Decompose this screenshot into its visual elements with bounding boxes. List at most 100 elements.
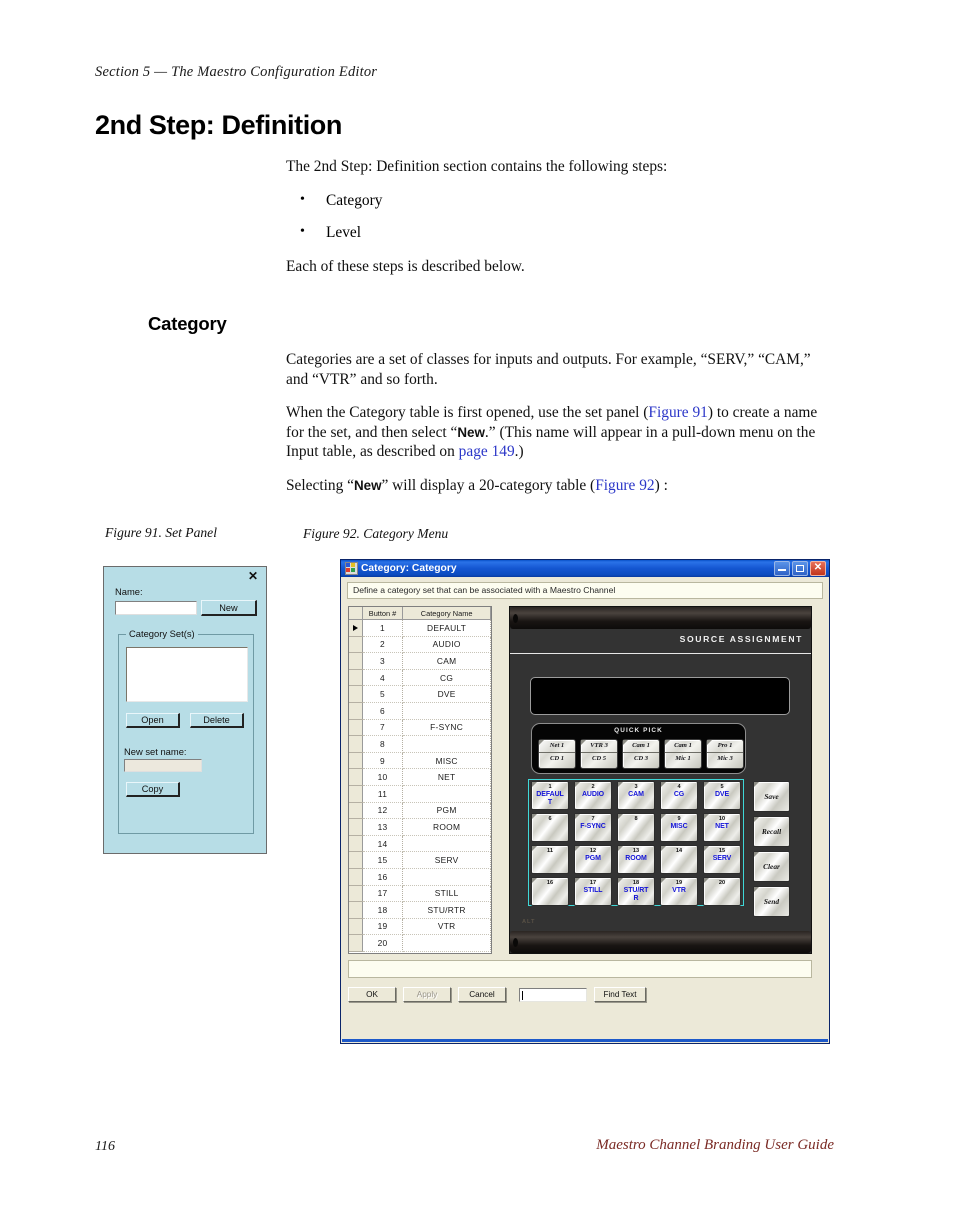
row-selector-cell[interactable] xyxy=(349,702,363,720)
quick-pick-button[interactable]: Cam 1 CD 3 xyxy=(622,739,660,769)
cell-category-name[interactable] xyxy=(402,835,491,853)
source-button[interactable]: 2 AUDIO xyxy=(574,781,612,810)
cell-button-number[interactable]: 20 xyxy=(362,934,404,952)
cell-button-number[interactable]: 17 xyxy=(362,885,404,903)
table-row[interactable]: 2 AUDIO xyxy=(349,636,491,654)
row-selector-cell[interactable] xyxy=(349,652,363,670)
table-row[interactable]: 19 VTR xyxy=(349,918,491,936)
row-selector-cell[interactable] xyxy=(349,785,363,803)
table-row[interactable]: 7 F-SYNC xyxy=(349,719,491,737)
row-selector-cell[interactable] xyxy=(349,669,363,687)
close-icon[interactable]: ✕ xyxy=(248,570,258,582)
quick-pick-button[interactable]: Net 1 CD 1 xyxy=(538,739,576,769)
xref-page-149[interactable]: page 149 xyxy=(459,443,515,460)
cell-category-name[interactable]: VTR xyxy=(402,918,491,936)
cell-category-name[interactable] xyxy=(402,702,491,720)
cell-category-name[interactable]: NET xyxy=(402,768,491,786)
source-button[interactable]: 9 MISC xyxy=(660,813,698,842)
cell-button-number[interactable]: 19 xyxy=(362,918,404,936)
source-button[interactable]: 16 xyxy=(531,877,569,906)
source-button[interactable]: 17 STILL xyxy=(574,877,612,906)
panel-side-button[interactable]: Save xyxy=(753,781,790,812)
cell-button-number[interactable]: 10 xyxy=(362,768,404,786)
close-icon[interactable]: ✕ xyxy=(810,561,826,576)
cell-category-name[interactable] xyxy=(402,735,491,753)
table-row[interactable]: 17 STILL xyxy=(349,885,491,903)
source-button[interactable]: 5 DVE xyxy=(703,781,741,810)
cell-button-number[interactable]: 4 xyxy=(362,669,404,687)
cell-category-name[interactable]: STU/RTR xyxy=(402,901,491,919)
cell-category-name[interactable]: CG xyxy=(402,669,491,687)
cell-category-name[interactable]: CAM xyxy=(402,652,491,670)
table-row[interactable]: 18 STU/RTR xyxy=(349,901,491,919)
row-selector-cell[interactable] xyxy=(349,802,363,820)
row-selector-cell[interactable] xyxy=(349,851,363,869)
table-row[interactable]: 20 xyxy=(349,934,491,952)
cell-category-name[interactable]: AUDIO xyxy=(402,636,491,654)
cell-button-number[interactable]: 12 xyxy=(362,802,404,820)
cell-category-name[interactable]: PGM xyxy=(402,802,491,820)
category-table-container[interactable]: Button # Category Name 1 DEFAULT 2 AUDIO 3 CA… xyxy=(348,606,492,954)
cell-button-number[interactable]: 11 xyxy=(362,785,404,803)
cell-category-name[interactable] xyxy=(402,868,491,886)
table-row[interactable]: 1 DEFAULT xyxy=(349,619,491,637)
row-selector-cell[interactable] xyxy=(349,685,363,703)
source-button[interactable]: 19 VTR xyxy=(660,877,698,906)
new-button[interactable]: New xyxy=(201,600,257,616)
cancel-button[interactable]: Cancel xyxy=(458,987,506,1002)
find-text-button[interactable]: Find Text xyxy=(594,987,646,1002)
table-row[interactable]: 12 PGM xyxy=(349,802,491,820)
cell-category-name[interactable] xyxy=(402,934,491,952)
row-selector-cell[interactable] xyxy=(349,934,363,952)
table-row[interactable]: 15 SERV xyxy=(349,851,491,869)
source-button[interactable]: 7 F-SYNC xyxy=(574,813,612,842)
cell-button-number[interactable]: 5 xyxy=(362,685,404,703)
quick-pick-button[interactable]: VTR 3 CD 5 xyxy=(580,739,618,769)
panel-side-button[interactable]: Send xyxy=(753,886,790,917)
row-selector-cell[interactable] xyxy=(349,636,363,654)
cell-category-name[interactable] xyxy=(402,785,491,803)
source-button[interactable]: 14 xyxy=(660,845,698,874)
table-row[interactable]: 6 xyxy=(349,702,491,720)
row-selector-cell[interactable] xyxy=(349,719,363,737)
row-selector-cell[interactable] xyxy=(349,752,363,770)
table-row[interactable]: 13 ROOM xyxy=(349,818,491,836)
cell-button-number[interactable]: 9 xyxy=(362,752,404,770)
category-sets-listbox[interactable] xyxy=(126,647,248,702)
new-set-name-input[interactable] xyxy=(124,759,202,772)
panel-side-button[interactable]: Recall xyxy=(753,816,790,847)
table-row[interactable]: 10 NET xyxy=(349,768,491,786)
row-selector-cell[interactable] xyxy=(349,868,363,886)
cell-button-number[interactable]: 3 xyxy=(362,652,404,670)
table-row[interactable]: 16 xyxy=(349,868,491,886)
cell-category-name[interactable]: MISC xyxy=(402,752,491,770)
xref-figure-92[interactable]: Figure 92 xyxy=(595,477,654,494)
row-selector-cell[interactable] xyxy=(349,918,363,936)
cell-category-name[interactable]: SERV xyxy=(402,851,491,869)
table-row[interactable]: 4 CG xyxy=(349,669,491,687)
panel-side-button[interactable]: Clear xyxy=(753,851,790,882)
table-row[interactable]: 9 MISC xyxy=(349,752,491,770)
quick-pick-button[interactable]: Cam 1 Mic 1 xyxy=(664,739,702,769)
cell-button-number[interactable]: 2 xyxy=(362,636,404,654)
cell-category-name[interactable]: F-SYNC xyxy=(402,719,491,737)
cell-button-number[interactable]: 14 xyxy=(362,835,404,853)
table-row[interactable]: 3 CAM xyxy=(349,652,491,670)
source-button[interactable]: 18 STU/RT R xyxy=(617,877,655,906)
source-button[interactable]: 1 DEFAUL T xyxy=(531,781,569,810)
cell-button-number[interactable]: 15 xyxy=(362,851,404,869)
minimize-icon[interactable] xyxy=(774,561,790,576)
cell-button-number[interactable]: 16 xyxy=(362,868,404,886)
find-text-input[interactable] xyxy=(519,987,587,1002)
maximize-icon[interactable] xyxy=(792,561,808,576)
source-button[interactable]: 11 xyxy=(531,845,569,874)
delete-button[interactable]: Delete xyxy=(190,713,244,728)
cell-category-name[interactable]: STILL xyxy=(402,885,491,903)
row-selector-cell[interactable] xyxy=(349,901,363,919)
row-selector-cell[interactable] xyxy=(349,835,363,853)
table-row[interactable]: 11 xyxy=(349,785,491,803)
cell-button-number[interactable]: 6 xyxy=(362,702,404,720)
cell-category-name[interactable]: ROOM xyxy=(402,818,491,836)
source-button[interactable]: 20 xyxy=(703,877,741,906)
open-button[interactable]: Open xyxy=(126,713,180,728)
